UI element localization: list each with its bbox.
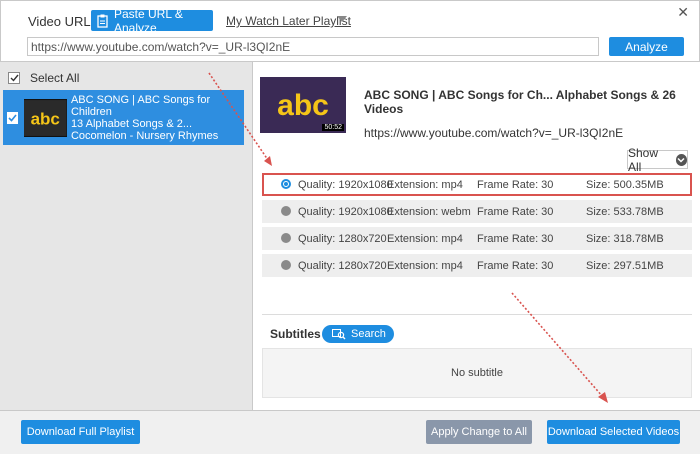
check-icon — [10, 74, 19, 82]
list-item[interactable]: abc ABC SONG | ABC Songs for Children 13… — [3, 90, 244, 145]
format-quality: Quality: 1920x1080 — [298, 178, 393, 191]
format-radio[interactable] — [281, 260, 291, 270]
format-radio[interactable] — [281, 233, 291, 243]
video-thumbnail: abc — [24, 98, 67, 137]
subtitle-box: No subtitle — [262, 348, 692, 398]
video-url-label: Video URL: — [28, 14, 95, 29]
format-frame-rate: Frame Rate: 30 — [477, 205, 554, 218]
format-frame-rate: Frame Rate: 30 — [477, 178, 554, 191]
video-preview-thumbnail: abc 50:52 — [260, 77, 346, 133]
watch-later-playlist-link[interactable]: My Watch Later Playlist — [226, 14, 351, 28]
paste-url-analyze-label: Paste URL & Analyze — [114, 6, 183, 35]
no-subtitle-text: No subtitle — [451, 367, 503, 379]
thumb-logo-text: abc — [31, 109, 60, 128]
format-frame-rate: Frame Rate: 30 — [477, 259, 554, 272]
format-list: Quality: 1920x1080 Extension: mp4 Frame … — [262, 173, 692, 281]
chevron-down-icon[interactable] — [337, 16, 347, 22]
show-all-button[interactable]: Show All — [627, 146, 688, 174]
format-extension: Extension: mp4 — [387, 259, 463, 272]
video-checkbox[interactable] — [7, 111, 19, 124]
video-title: ABC SONG | ABC Songs for Ch... Alphabet … — [364, 88, 676, 116]
format-quality: Quality: 1920x1080 — [298, 205, 393, 218]
format-quality: Quality: 1280x720 — [298, 259, 387, 272]
paste-url-analyze-button[interactable]: Paste URL & Analyze — [91, 7, 213, 35]
format-size: Size: 500.35MB — [586, 178, 664, 191]
video-duration: 50:52 — [322, 124, 344, 131]
chevron-down-icon — [675, 153, 687, 166]
list-item-title-line1: ABC SONG | ABC Songs for Children — [70, 93, 211, 118]
top-bar: ✕ Video URL: Paste URL & Analyze My Watc… — [0, 0, 700, 62]
preview-logo-text: abc — [277, 89, 329, 122]
download-full-playlist-button[interactable]: Download Full Playlist — [21, 420, 140, 444]
video-url: https://www.youtube.com/watch?v=_UR-l3QI… — [364, 126, 624, 140]
format-row[interactable]: Quality: 1280x720 Extension: mp4 Frame R… — [262, 227, 692, 250]
format-extension: Extension: webm — [387, 205, 471, 218]
select-all-label: Select All — [30, 71, 80, 85]
apply-change-to-all-button[interactable]: Apply Change to All — [426, 420, 532, 444]
subtitle-search-button[interactable]: Search — [322, 325, 394, 343]
format-size: Size: 533.78MB — [586, 205, 664, 218]
format-quality: Quality: 1280x720 — [298, 232, 387, 245]
search-icon — [332, 328, 346, 339]
show-all-label: Show All — [628, 145, 659, 174]
select-all-checkbox[interactable] — [8, 72, 20, 84]
video-detail-panel: abc 50:52 ABC SONG | ABC Songs for Ch...… — [254, 62, 700, 410]
video-list-panel: Select All abc ABC SONG | ABC Songs for … — [0, 62, 253, 410]
bottom-bar: Download Full Playlist Apply Change to A… — [0, 410, 700, 454]
format-row[interactable]: Quality: 1280x720 Extension: mp4 Frame R… — [262, 254, 692, 277]
list-item-text: ABC SONG | ABC Songs for Children 13 Alp… — [71, 94, 244, 142]
select-all-control[interactable]: Select All — [8, 71, 79, 85]
format-extension: Extension: mp4 — [387, 232, 463, 245]
format-extension: Extension: mp4 — [387, 178, 463, 191]
url-input[interactable] — [27, 37, 599, 56]
search-label: Search — [351, 328, 386, 340]
format-row[interactable]: Quality: 1920x1080 Extension: mp4 Frame … — [262, 173, 692, 196]
format-radio-selected[interactable] — [281, 179, 291, 189]
format-row[interactable]: Quality: 1920x1080 Extension: webm Frame… — [262, 200, 692, 223]
download-selected-videos-button[interactable]: Download Selected Videos — [547, 420, 680, 444]
close-icon[interactable]: ✕ — [677, 4, 689, 21]
list-item-title-line2: 13 Alphabet Songs & 2... — [70, 117, 193, 130]
format-size: Size: 318.78MB — [586, 232, 664, 245]
analyze-button[interactable]: Analyze — [609, 37, 684, 56]
list-item-channel: Cocomelon - Nursery Rhymes — [70, 129, 219, 142]
format-radio[interactable] — [281, 206, 291, 216]
format-size: Size: 297.51MB — [586, 259, 664, 272]
format-frame-rate: Frame Rate: 30 — [477, 232, 554, 245]
clipboard-icon — [97, 14, 108, 28]
check-icon — [8, 113, 17, 122]
divider — [262, 314, 692, 315]
subtitles-label: Subtitles — [270, 327, 321, 341]
